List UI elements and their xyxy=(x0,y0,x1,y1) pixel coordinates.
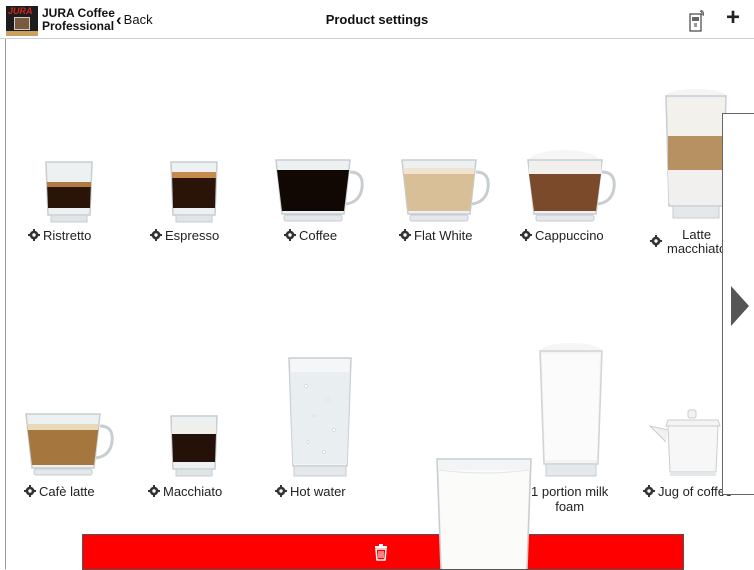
gear-icon xyxy=(520,229,532,241)
product-label-line2: macchiato xyxy=(667,241,727,256)
espresso-glass-icon xyxy=(170,161,218,223)
app-name: JURA Coffee Professional xyxy=(42,7,115,33)
delete-drop-zone[interactable] xyxy=(82,534,684,570)
next-page-panel[interactable] xyxy=(722,113,754,495)
dragged-milk-glass[interactable] xyxy=(436,458,532,569)
app-name-line2: Professional xyxy=(42,19,115,33)
product-label: Cappuccino xyxy=(535,228,604,243)
coffee-jug-icon xyxy=(648,409,721,476)
plus-icon: + xyxy=(726,4,741,31)
gear-icon xyxy=(24,485,36,497)
back-button[interactable]: ‹ Back xyxy=(116,10,153,30)
logo-brand: JURA xyxy=(8,6,33,16)
latte-macchiato-glass-icon xyxy=(665,89,727,219)
gear-icon xyxy=(28,229,40,241)
gear-icon xyxy=(148,485,160,497)
product-label: Flat White xyxy=(414,228,473,243)
coffee-machine-icon[interactable] xyxy=(688,10,704,32)
gear-icon xyxy=(275,485,287,497)
gear-icon xyxy=(650,235,662,247)
cappuccino-cup-icon xyxy=(527,150,616,222)
coffee-cup-icon xyxy=(275,159,364,222)
product-label: Hot water xyxy=(290,484,346,499)
ristretto-glass-icon xyxy=(45,161,93,223)
chevron-left-icon: ‹ xyxy=(116,10,122,29)
macchiato-glass-icon xyxy=(170,415,218,477)
gear-icon xyxy=(399,229,411,241)
cafe-latte-cup-icon xyxy=(25,413,114,476)
product-label: Espresso xyxy=(165,228,220,243)
trash-icon xyxy=(375,544,387,561)
milk-foam-glass-icon xyxy=(539,343,603,477)
gear-icon xyxy=(150,229,162,241)
flat-white-cup-icon xyxy=(401,159,490,222)
gear-icon xyxy=(643,485,655,497)
product-label: Macchiato xyxy=(163,484,223,499)
window-edge xyxy=(5,0,6,569)
app-logo: JURA xyxy=(6,6,38,36)
gear-icon xyxy=(284,229,296,241)
top-bar: JURA JURA Coffee Professional ‹ Back Prod… xyxy=(0,0,754,39)
add-product-button[interactable]: + xyxy=(726,5,740,31)
product-label-line1: 1 portion milk xyxy=(531,484,609,499)
product-label-line2: foam xyxy=(555,499,585,514)
chevron-right-icon xyxy=(731,286,749,326)
product-label: Cafè latte xyxy=(39,484,95,499)
product-label: Coffee xyxy=(299,228,338,243)
hot-water-glass-icon xyxy=(288,357,352,477)
product-label: Ristretto xyxy=(43,228,92,243)
product-label-line1: Latte xyxy=(682,227,712,242)
back-label: Back xyxy=(123,12,153,27)
